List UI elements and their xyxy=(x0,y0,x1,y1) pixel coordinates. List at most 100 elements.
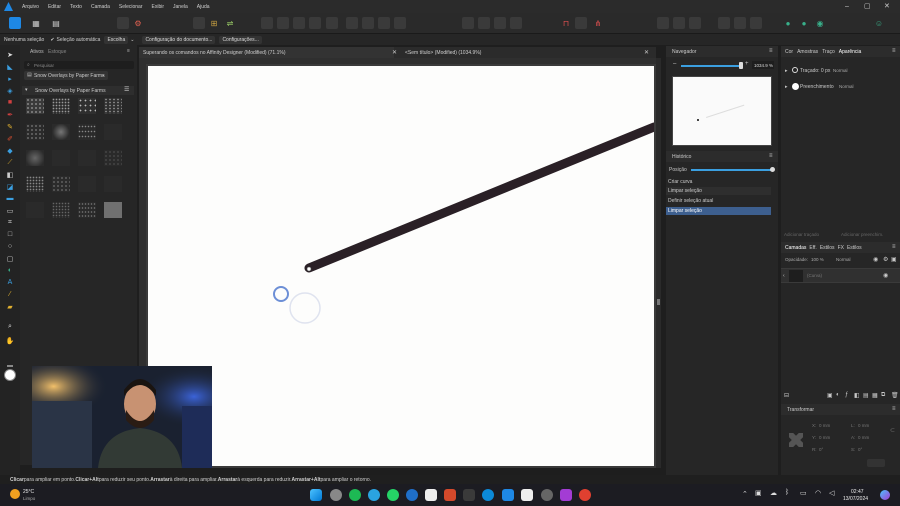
visibility-icon[interactable]: ◉ xyxy=(873,256,878,263)
affinity-designer-taskbar-icon[interactable] xyxy=(502,489,514,501)
affinity-publisher-icon[interactable] xyxy=(560,489,572,501)
panel-menu-icon[interactable]: ≡ xyxy=(892,48,896,54)
color-picker-tool-icon[interactable]: ⁄ xyxy=(5,290,15,299)
chevron-up-icon[interactable]: ⌃ xyxy=(742,490,748,498)
chevron-right-icon[interactable]: ▸ xyxy=(785,84,788,90)
menu-exibir[interactable]: Exibir xyxy=(152,4,165,10)
view-tool-icon[interactable]: ✋ xyxy=(5,336,15,345)
weather-desc[interactable]: Limpo xyxy=(23,496,35,501)
settings-gear-icon[interactable] xyxy=(541,489,553,501)
node-tool-icon[interactable]: ◣ xyxy=(5,62,15,71)
layer-row[interactable]: ‹ (Curva) ◉ xyxy=(781,268,900,283)
minimize-icon[interactable]: – xyxy=(845,2,849,11)
transform-options-button[interactable] xyxy=(867,459,885,467)
h-value[interactable]: 0 mm xyxy=(858,435,869,440)
snow-overlay-thumbnail[interactable] xyxy=(104,98,122,114)
asset-category-header[interactable]: Snow Overlays by Paper Farms xyxy=(22,86,134,95)
affinity-designer-logo-icon[interactable] xyxy=(4,2,13,11)
link-proportions-icon[interactable]: ⊂ xyxy=(890,427,895,434)
tab-effects[interactable]: Eff. xyxy=(809,245,816,251)
snow-overlay-thumbnail[interactable] xyxy=(52,176,70,192)
assistant-settings-icon[interactable]: ● xyxy=(798,17,810,29)
vertical-scrollbar[interactable] xyxy=(656,58,661,468)
volume-icon[interactable]: ◁ xyxy=(829,489,834,497)
cloud-icon[interactable]: ☁ xyxy=(770,489,777,497)
snow-overlay-thumbnail[interactable] xyxy=(78,202,96,218)
account-icon[interactable]: ☺ xyxy=(873,17,885,29)
boolean-add-icon[interactable] xyxy=(261,17,273,29)
fill-swatch-icon[interactable] xyxy=(792,83,799,90)
stroke-swatch-icon[interactable] xyxy=(792,67,798,73)
chevron-down-icon[interactable]: ⌄ xyxy=(101,72,105,78)
settings-button[interactable]: Configurações... xyxy=(219,35,262,44)
snow-overlay-thumbnail[interactable] xyxy=(52,150,70,166)
snow-overlay-thumbnail[interactable] xyxy=(26,150,44,166)
bluetooth-icon[interactable]: ᛒ xyxy=(785,489,789,496)
snap-settings-icon[interactable] xyxy=(575,17,587,29)
rotate-right-icon[interactable] xyxy=(394,17,406,29)
snow-overlay-thumbnail[interactable] xyxy=(26,202,44,218)
snow-overlay-thumbnail[interactable] xyxy=(26,176,44,192)
chrome-icon[interactable] xyxy=(579,489,591,501)
copilot-icon[interactable] xyxy=(880,490,890,500)
flip-vertical-icon[interactable] xyxy=(362,17,374,29)
history-item-selected[interactable]: Limpar seleção xyxy=(666,207,771,215)
insert-behind-icon[interactable] xyxy=(657,17,669,29)
panel-menu-icon[interactable]: ≡ xyxy=(769,153,773,159)
add-mask-icon[interactable]: ▣ xyxy=(827,392,833,399)
panel-menu-icon[interactable]: ≡ xyxy=(127,48,130,54)
weather-sun-icon[interactable] xyxy=(10,489,20,499)
boolean-subtract-icon[interactable] xyxy=(277,17,289,29)
network-icon[interactable]: ▭ xyxy=(800,489,807,497)
presentation-app-icon[interactable] xyxy=(444,489,456,501)
snow-overlay-thumbnail[interactable] xyxy=(52,98,70,114)
rotate-left-icon[interactable] xyxy=(378,17,390,29)
pencil-tool-icon[interactable]: ✎ xyxy=(5,122,15,131)
y-value[interactable]: 0 mm xyxy=(819,435,830,440)
drawn-curve[interactable] xyxy=(304,122,654,273)
group-icon[interactable] xyxy=(462,17,474,29)
camera-icon[interactable]: ▣ xyxy=(755,489,762,497)
arrange-icon[interactable]: ⊞ xyxy=(208,17,220,29)
delete-layer-icon[interactable]: 🗑 xyxy=(891,392,899,399)
calculator-icon[interactable] xyxy=(463,489,475,501)
duplicate-layer-icon[interactable]: ⧉ xyxy=(881,392,885,399)
snow-overlay-thumbnail[interactable] xyxy=(78,98,96,114)
opacity-value[interactable]: 100 % xyxy=(811,257,824,262)
transform-origin-icon[interactable] xyxy=(718,17,730,29)
add-pixel-layer-icon[interactable]: ▦ xyxy=(872,392,878,399)
assets-search-input[interactable]: ⌕ Pesquisar xyxy=(24,61,134,69)
brush-tool-icon[interactable]: ⟋ xyxy=(5,158,15,167)
assistant-icon[interactable]: ● xyxy=(782,17,794,29)
history-item[interactable]: Limpar seleção xyxy=(666,187,771,195)
close-tab-icon[interactable]: ✕ xyxy=(392,49,397,56)
snow-overlay-thumbnail[interactable] xyxy=(78,176,96,192)
tab-document-1[interactable]: Superando os comandos no Affinity Design… xyxy=(139,47,394,58)
flip-horizontal-icon[interactable] xyxy=(346,17,358,29)
menu-texto[interactable]: Texto xyxy=(70,4,82,10)
snow-overlay-thumbnail[interactable] xyxy=(78,124,96,140)
history-slider-handle[interactable] xyxy=(770,167,775,172)
fill-blend-mode[interactable]: Normal xyxy=(839,84,854,89)
menu-selecionar[interactable]: Selecionar xyxy=(119,4,143,10)
snow-overlay-thumbnail[interactable] xyxy=(104,124,122,140)
fill-bucket-tool-icon[interactable]: ◆ xyxy=(5,146,15,155)
clock-time[interactable]: 02:47 xyxy=(851,489,864,495)
menu-ajuda[interactable]: Ajuda xyxy=(197,4,210,10)
tab-document-2[interactable]: <Sem título> (Modified) (1034.9%) xyxy=(401,47,656,58)
designer-persona-icon[interactable] xyxy=(9,17,21,29)
move-tool-icon[interactable]: ➤ xyxy=(5,50,15,59)
asset-pack-dropdown[interactable]: Snow Overlays by Paper Farms xyxy=(24,71,108,80)
calendar-icon[interactable] xyxy=(521,489,533,501)
document-setup-button[interactable]: Configuração do documento... xyxy=(142,35,216,44)
tab-stock[interactable]: Estoque xyxy=(48,49,66,55)
add-fill-button[interactable]: Adicionar preenchim. xyxy=(841,232,883,237)
rounded-rectangle-tool-icon[interactable]: ▢ xyxy=(5,254,15,263)
eraser-tool-icon[interactable]: ◧ xyxy=(5,170,15,179)
zoom-slider[interactable] xyxy=(681,65,741,67)
chevron-down-icon[interactable]: ▾ xyxy=(25,87,28,93)
corner-tool-icon[interactable]: ◈ xyxy=(5,86,15,95)
zoom-slider-handle[interactable] xyxy=(739,62,743,69)
snow-overlay-thumbnail[interactable] xyxy=(52,124,70,140)
panel-menu-icon[interactable]: ≡ xyxy=(769,48,773,54)
